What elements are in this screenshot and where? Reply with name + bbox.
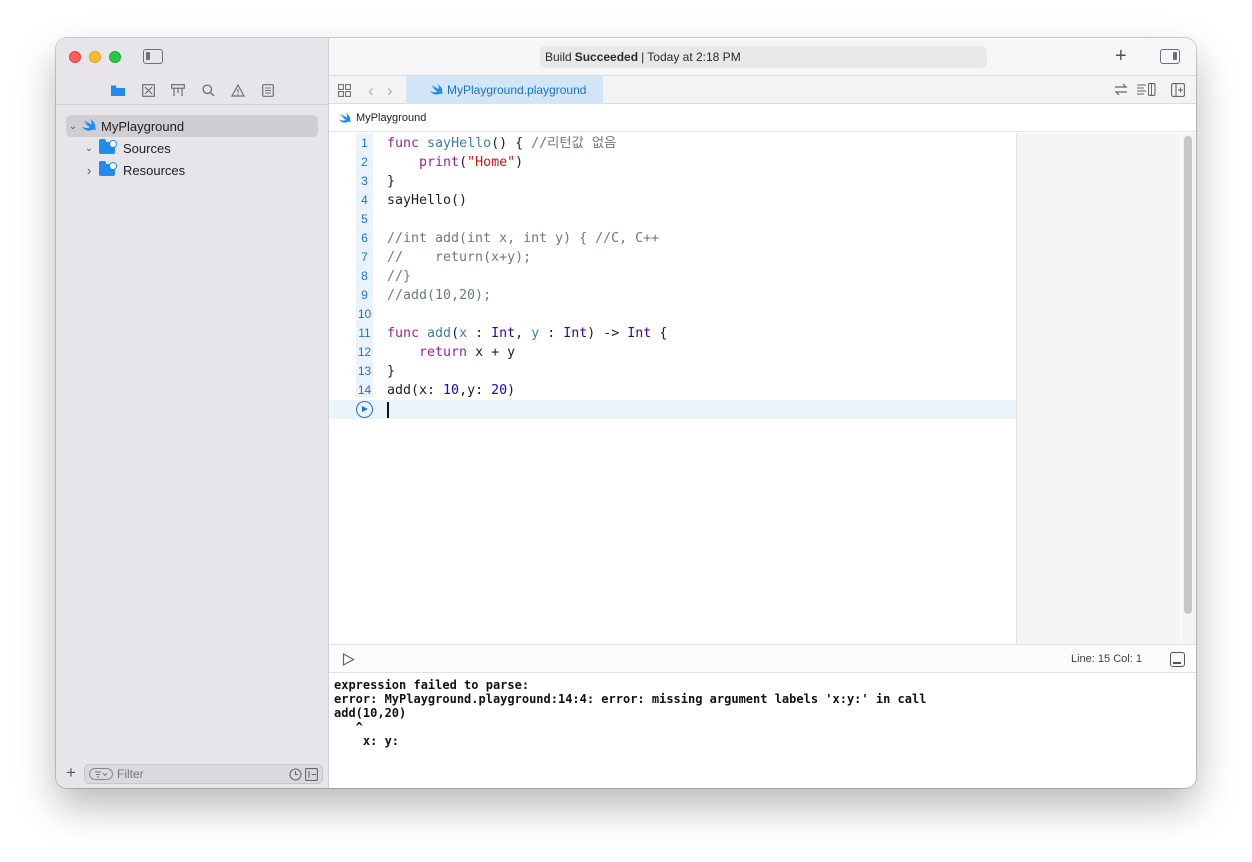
line-number: 3 (361, 174, 368, 188)
line-number: 7 (361, 250, 368, 264)
code-line: 2 print("Home") (329, 153, 1016, 172)
console-output[interactable]: expression failed to parse: error: MyPla… (329, 674, 1196, 788)
code-line: 3} (329, 172, 1016, 191)
console-line: add(10,20) (334, 706, 407, 720)
library-add-icon[interactable]: + (1115, 46, 1127, 66)
source-control-filter-icon[interactable] (305, 768, 318, 784)
tab-myplayground[interactable]: MyPlayground.playground (406, 76, 603, 104)
status-prefix: Build (545, 50, 572, 64)
console-line: error: MyPlayground.playground:14:4: err… (334, 692, 927, 706)
tree-item-label: Sources (123, 140, 171, 156)
jump-bar: MyPlayground (329, 105, 1196, 132)
status-result: Succeeded (574, 50, 639, 64)
code-line: 4 sayHello() (329, 191, 1016, 210)
filter-field[interactable] (84, 764, 323, 784)
back-arrow-icon[interactable]: ‹ (368, 81, 374, 101)
chevron-right-icon[interactable]: › (82, 163, 96, 178)
tree-item-myplayground[interactable]: ⌄ MyPlayground (66, 115, 318, 137)
symbol-icon[interactable] (170, 82, 186, 98)
execute-playground-icon[interactable] (342, 652, 355, 669)
issue-warning-icon[interactable] (230, 82, 246, 98)
folder-icon (99, 161, 117, 176)
tree-item-label: Resources (123, 162, 186, 178)
console-line: expression failed to parse: (334, 678, 530, 692)
filter-input[interactable] (117, 767, 277, 781)
tree-item-label: MyPlayground (101, 118, 185, 134)
scroll-thumb[interactable] (1184, 136, 1192, 614)
hide-debug-area-icon[interactable] (1170, 652, 1185, 667)
search-icon[interactable] (200, 82, 216, 98)
line-number: 1 (361, 136, 368, 150)
activity-status: Build Succeeded | Today at 2:18 PM (540, 46, 987, 68)
run-to-line-icon[interactable] (356, 401, 373, 418)
code-line: 13} (357, 364, 396, 379)
code-line: 9//add(10,20); (329, 286, 1016, 305)
sidebar-toggle-icon[interactable] (143, 49, 163, 64)
report-icon[interactable] (260, 82, 276, 98)
navigator-footer: + (56, 762, 329, 788)
navigator-sidebar: ⌄ MyPlayground ⌄ Sources › Resources + (56, 38, 329, 788)
line-number: 12 (357, 345, 372, 359)
line-number: 10 (357, 307, 372, 321)
code-line: 6//int add(int x, int y) { //C, C++ (329, 229, 1016, 248)
chevron-down-icon[interactable]: ⌄ (82, 143, 96, 154)
code-line: 8//} (329, 267, 1016, 286)
code-line: 10 (329, 305, 1016, 324)
line-number: 13 (357, 364, 372, 378)
line-number: 2 (361, 155, 368, 169)
line-number: 8 (361, 269, 368, 283)
line-number: 14 (357, 383, 372, 397)
folder-icon (99, 139, 117, 154)
editor-area: Build Succeeded | Today at 2:18 PM + ‹ ›… (329, 38, 1196, 788)
code-line: 5 (329, 210, 1016, 229)
tab-label: MyPlayground.playground (447, 83, 587, 97)
code-line: 14 add(x: 10,y: 20) (357, 383, 516, 398)
editor-options-icon[interactable] (1136, 83, 1156, 99)
chevron-down-icon[interactable]: ⌄ (66, 121, 80, 132)
console-line: x: y: (334, 734, 400, 748)
breadcrumb[interactable]: MyPlayground (356, 112, 426, 124)
code-review-icon[interactable] (1114, 83, 1128, 99)
code-line: 1 func sayHello() { //리턴값 없음 (329, 134, 1016, 153)
tree-item-sources[interactable]: ⌄ Sources (82, 137, 318, 159)
navigator-selector-bar (56, 82, 329, 100)
status-time: | Today at 2:18 PM (641, 50, 741, 64)
tree-item-resources[interactable]: › Resources (82, 159, 318, 181)
divider (56, 104, 329, 105)
results-sidebar (1016, 133, 1180, 644)
console-line: ^ (334, 720, 363, 734)
line-number: 5 (361, 212, 368, 226)
line-number: 9 (361, 288, 368, 302)
current-line-highlight (329, 400, 1016, 419)
tab-bar: ‹ › MyPlayground.playground (329, 76, 1196, 104)
code-line: 11 func add(x : Int, y : Int) -> Int { (329, 324, 1016, 343)
add-icon[interactable]: + (66, 763, 76, 783)
split-editor-icon[interactable] (1171, 83, 1185, 100)
line-number: 11 (358, 326, 371, 340)
recent-files-icon[interactable] (289, 768, 302, 784)
filter-options-icon[interactable] (89, 768, 113, 780)
folder-icon[interactable] (110, 82, 126, 98)
code-line: 7// return(x+y); (329, 248, 1016, 267)
line-number: 6 (361, 231, 368, 245)
line-col-indicator: Line: 15 Col: 1 (1071, 653, 1142, 665)
text-cursor (387, 402, 389, 418)
scrollbar[interactable] (1181, 133, 1196, 644)
line-number: 4 (361, 193, 368, 207)
minimize-window-button[interactable] (89, 51, 101, 63)
inspector-toggle-icon[interactable] (1160, 49, 1180, 64)
zoom-window-button[interactable] (109, 51, 121, 63)
debug-bar: Line: 15 Col: 1 (329, 644, 1196, 673)
code-editor[interactable]: 1 func sayHello() { //리턴값 없음 2 print("Hom… (329, 133, 1016, 644)
xcode-window: ⌄ MyPlayground ⌄ Sources › Resources + F… (56, 38, 1196, 788)
source-control-icon[interactable] (140, 82, 156, 98)
swift-icon (339, 113, 351, 126)
forward-arrow-icon[interactable]: › (387, 81, 393, 101)
swift-icon (430, 84, 443, 98)
toolbar: Build Succeeded | Today at 2:18 PM + (329, 38, 1196, 76)
code-line: 12 return x + y (357, 345, 516, 360)
close-window-button[interactable] (69, 51, 81, 63)
swift-icon (82, 118, 96, 134)
related-items-grid-icon[interactable] (338, 84, 351, 100)
